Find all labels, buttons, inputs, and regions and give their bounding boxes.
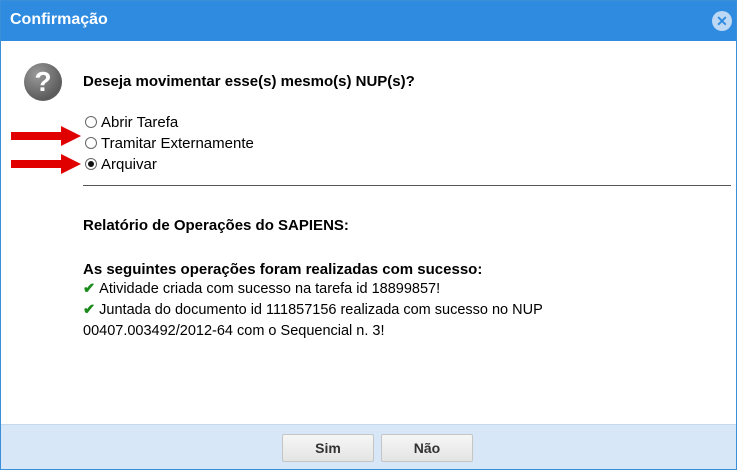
no-button[interactable]: Não bbox=[381, 434, 473, 462]
success-item-text: Juntada do documento id 111857156 realiz… bbox=[99, 302, 543, 318]
success-title: As seguintes operações foram realizadas … bbox=[83, 261, 483, 278]
check-icon: ✔ bbox=[83, 281, 96, 297]
success-item: ✔ Juntada do documento id 111857156 reali… bbox=[83, 302, 543, 318]
success-item-continuation: 00407.003492/2012-64 com o Sequencial n.… bbox=[83, 323, 385, 339]
dialog-question: Deseja movimentar esse(s) mesmo(s) NUP(s… bbox=[83, 73, 415, 90]
radio-button[interactable] bbox=[85, 116, 97, 128]
dialog-footer: Sim Não bbox=[1, 424, 736, 469]
radio-option-abrir-tarefa[interactable]: Abrir Tarefa bbox=[85, 112, 178, 132]
radio-label: Tramitar Externamente bbox=[101, 134, 254, 152]
dialog-titlebar: Confirmação ✕ bbox=[1, 1, 736, 41]
yes-button[interactable]: Sim bbox=[282, 434, 374, 462]
radio-option-arquivar[interactable]: Arquivar bbox=[85, 154, 157, 174]
radio-button-selected[interactable] bbox=[85, 158, 97, 170]
radio-label: Arquivar bbox=[101, 155, 157, 173]
report-title: Relatório de Operações do SAPIENS: bbox=[83, 217, 349, 234]
success-item: ✔ Atividade criada com sucesso na tarefa … bbox=[83, 281, 440, 297]
radio-label: Abrir Tarefa bbox=[101, 113, 179, 131]
close-icon[interactable]: ✕ bbox=[712, 11, 732, 31]
radio-option-tramitar-externamente[interactable]: Tramitar Externamente bbox=[85, 133, 254, 153]
confirmation-dialog: Confirmação ✕ ? Deseja movimentar esse(s… bbox=[0, 0, 737, 470]
question-icon: ? bbox=[24, 63, 62, 101]
check-icon: ✔ bbox=[83, 302, 96, 318]
divider bbox=[83, 185, 731, 186]
dialog-title: Confirmação bbox=[10, 11, 108, 28]
radio-button[interactable] bbox=[85, 137, 97, 149]
success-item-text: Atividade criada com sucesso na tarefa i… bbox=[99, 281, 441, 297]
red-arrow-icon bbox=[11, 126, 81, 146]
red-arrow-icon bbox=[11, 154, 81, 174]
success-item-text: 00407.003492/2012-64 com o Sequencial n.… bbox=[83, 323, 385, 339]
